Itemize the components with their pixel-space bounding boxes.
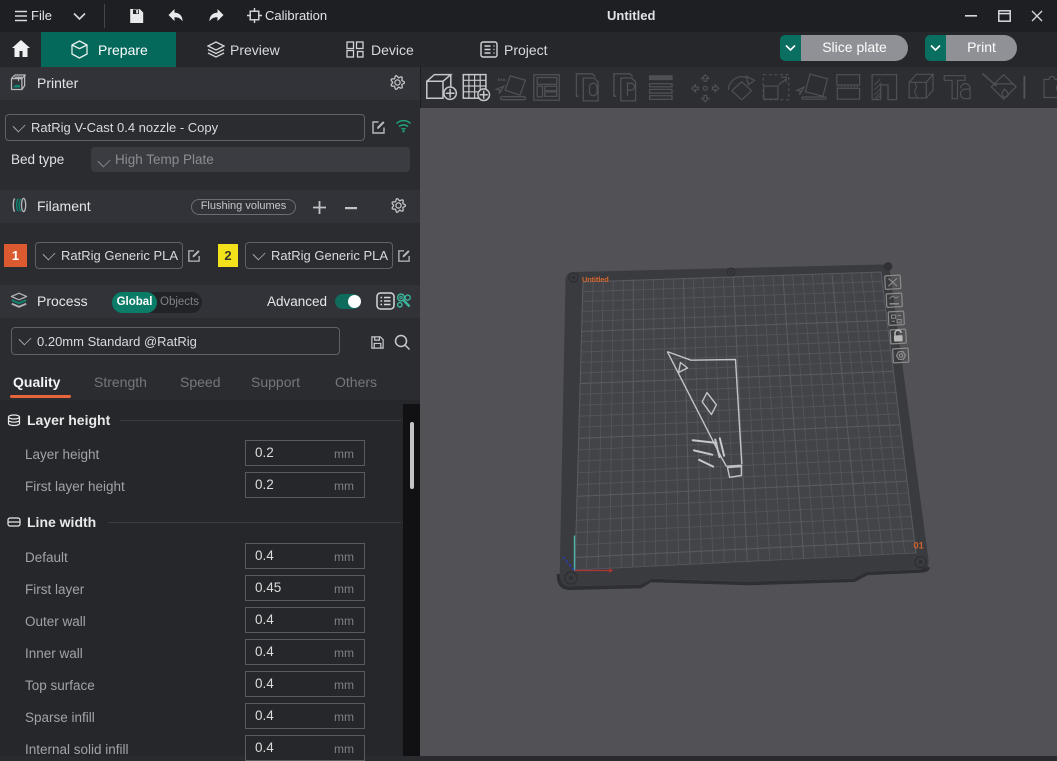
- svg-text:Untitled: Untitled: [582, 275, 609, 284]
- svg-text:01: 01: [914, 541, 924, 551]
